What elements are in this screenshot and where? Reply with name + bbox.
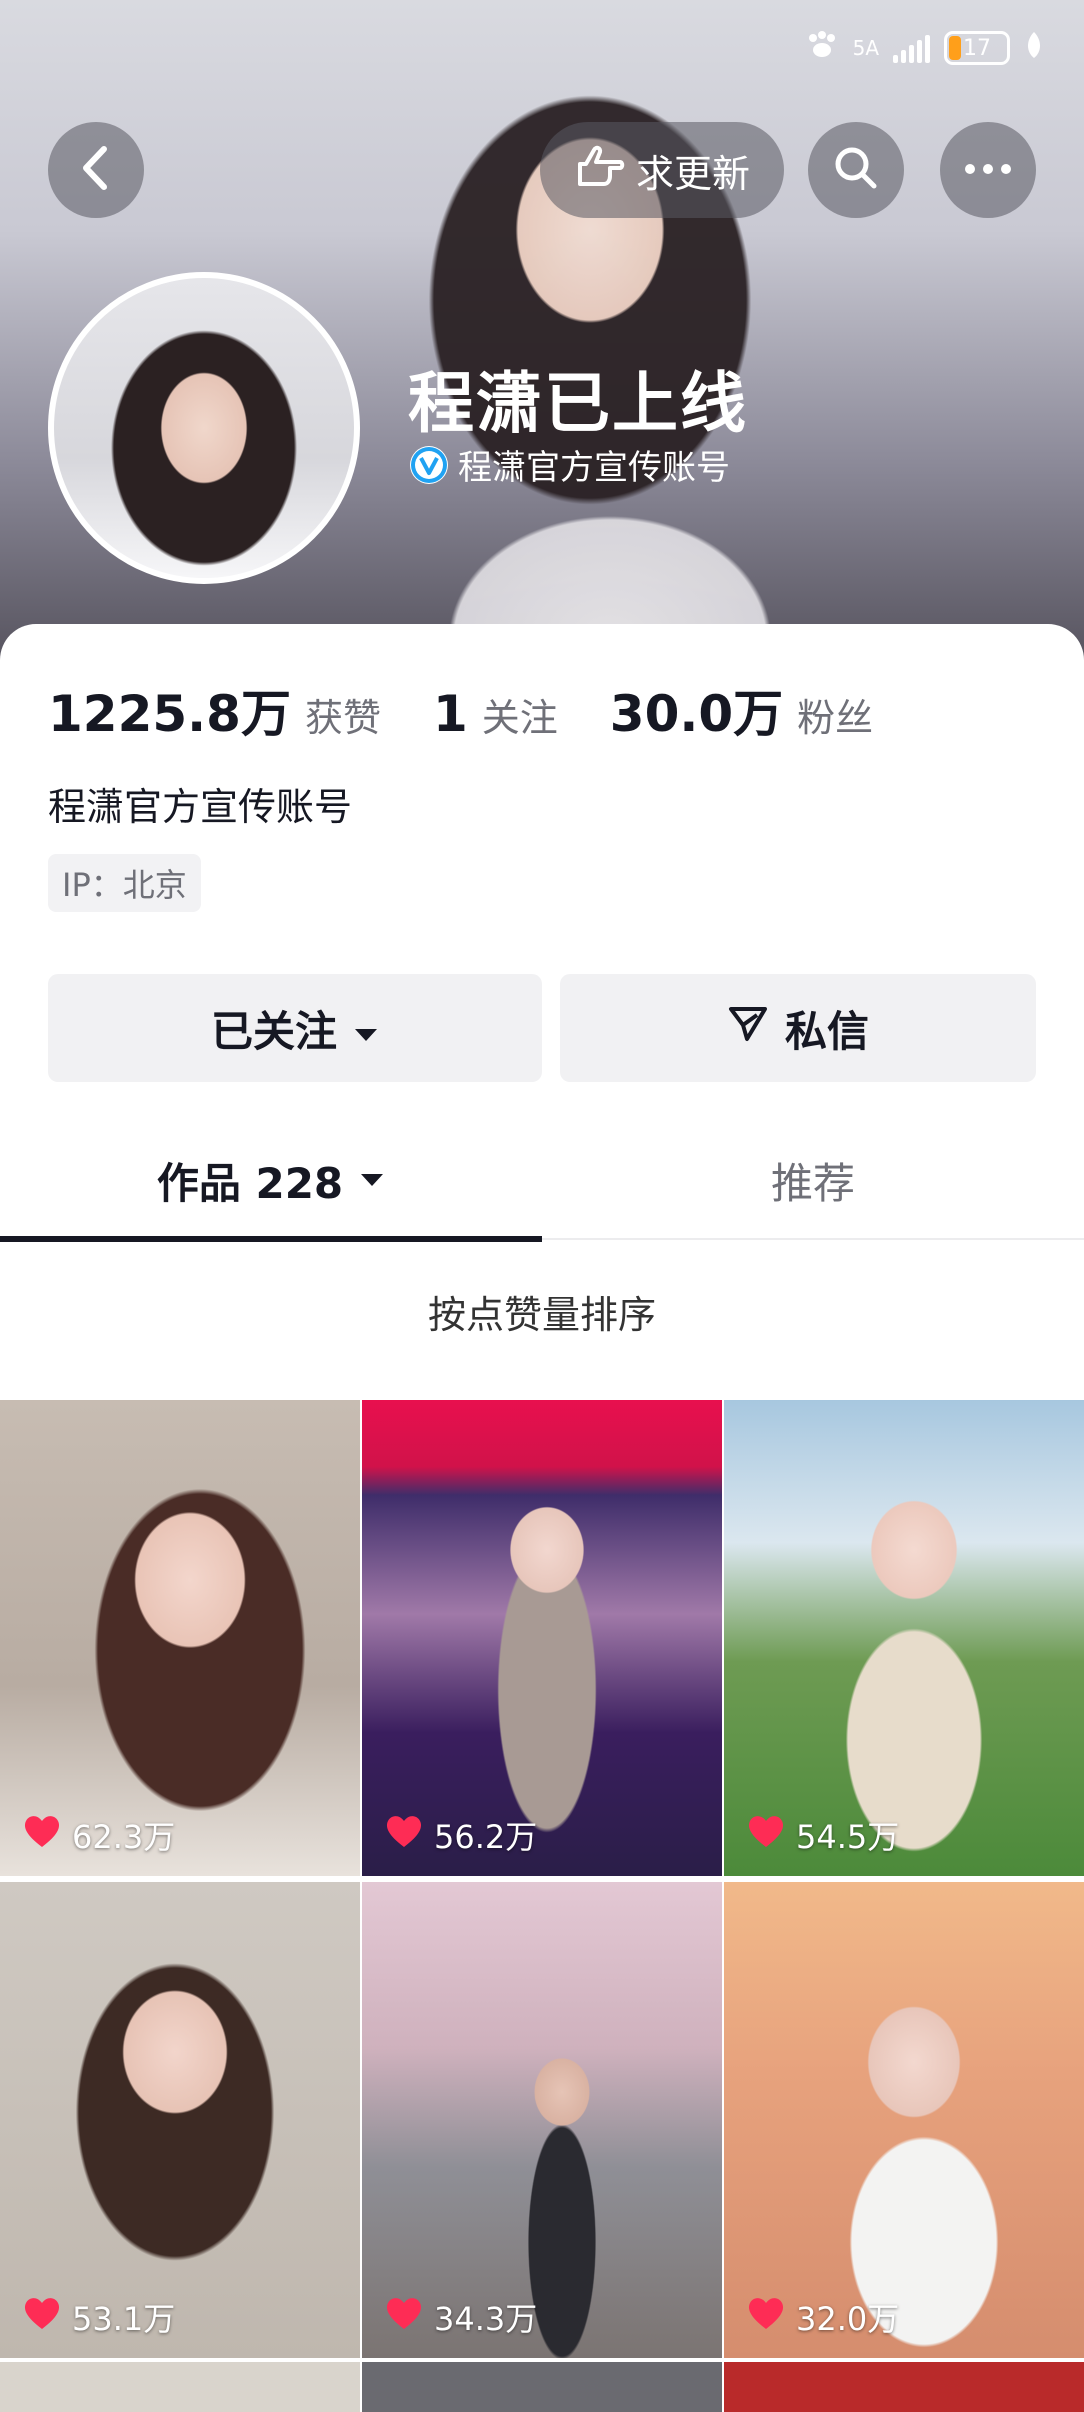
battery-icon: 17: [944, 31, 1010, 65]
video-thumbnail[interactable]: 34.3万: [362, 1882, 722, 2358]
profile-header: 5A 17 求更新 程潇已上线 程潇官方宣传账号: [0, 0, 1084, 660]
back-button[interactable]: [48, 122, 144, 218]
like-count: 62.3万: [22, 1812, 175, 1858]
network-label: 5A: [852, 36, 879, 60]
like-count-value: 62.3万: [72, 1818, 176, 1856]
video-thumbnail[interactable]: [0, 2362, 360, 2412]
tab-recommend[interactable]: 推荐: [542, 1120, 1084, 1240]
caret-down-icon: [359, 1172, 385, 1188]
hand-point-icon: [574, 142, 626, 199]
video-thumbnail[interactable]: [724, 2362, 1084, 2412]
verified-info: 程潇官方宣传账号: [410, 440, 730, 489]
heart-icon: [746, 2295, 786, 2339]
like-count-value: 34.3万: [434, 2300, 538, 2338]
like-count: 34.3万: [384, 2294, 537, 2340]
stat-likes: 1225.8万 获赞: [48, 674, 381, 746]
video-grid-next-row: [0, 2362, 1084, 2412]
message-label: 私信: [784, 1006, 869, 1056]
followed-label: 已关注: [210, 1006, 337, 1056]
stat-value: 1: [432, 685, 468, 743]
header-background-image: [330, 0, 850, 660]
stat-label: 粉丝: [797, 696, 874, 740]
followed-button[interactable]: 已关注: [48, 974, 542, 1082]
signal-icon: [893, 33, 930, 63]
caret-down-icon: [353, 1004, 379, 1053]
like-count: 53.1万: [22, 2294, 175, 2340]
heart-icon: [384, 1813, 424, 1857]
like-count-value: 53.1万: [72, 2300, 176, 2338]
more-icon: [963, 161, 1013, 180]
leaf-icon: [1024, 30, 1044, 66]
send-icon: [727, 1003, 769, 1053]
like-count-value: 54.5万: [796, 1818, 900, 1856]
heart-icon: [22, 2295, 62, 2339]
heart-icon: [384, 2295, 424, 2339]
tab-works[interactable]: 作品 228: [0, 1120, 542, 1242]
status-bar: 5A 17: [805, 30, 1044, 66]
stat-following[interactable]: 1 关注: [433, 685, 558, 743]
verified-icon: [410, 445, 448, 484]
like-count-value: 32.0万: [796, 2300, 900, 2338]
stats-row: 1225.8万 获赞 1 关注 30.0万 粉丝: [48, 674, 873, 746]
request-update-button[interactable]: 求更新: [540, 122, 784, 218]
tab-label: 作品 228: [156, 1158, 344, 1208]
back-icon: [76, 143, 116, 197]
paw-icon: [805, 30, 839, 66]
profile-content: 1225.8万 获赞 1 关注 30.0万 粉丝 程潇官方宣传账号 IP：北京 …: [0, 624, 1084, 2412]
video-thumbnail[interactable]: 56.2万: [362, 1400, 722, 1876]
video-thumbnail[interactable]: [362, 2362, 722, 2412]
like-count: 54.5万: [746, 1812, 899, 1858]
sort-by-likes-button[interactable]: 按点赞量排序: [0, 1284, 1084, 1339]
stat-label: 关注: [481, 696, 558, 740]
message-button[interactable]: 私信: [560, 974, 1036, 1082]
more-button[interactable]: [940, 122, 1036, 218]
like-count: 32.0万: [746, 2294, 899, 2340]
search-button[interactable]: [808, 122, 904, 218]
profile-name: 程潇已上线: [408, 365, 748, 442]
battery-level: 17: [963, 35, 991, 61]
verified-text: 程潇官方宣传账号: [458, 448, 730, 488]
stat-label: 获赞: [304, 696, 381, 740]
content-tabs: 作品 228 推荐: [0, 1120, 1084, 1242]
like-count-value: 56.2万: [434, 1818, 538, 1856]
stat-followers[interactable]: 30.0万 粉丝: [610, 674, 873, 746]
video-thumbnail[interactable]: 54.5万: [724, 1400, 1084, 1876]
like-count: 56.2万: [384, 1812, 537, 1858]
heart-icon: [22, 1813, 62, 1857]
heart-icon: [746, 1813, 786, 1857]
stat-value: 30.0万: [609, 685, 784, 743]
tab-active-indicator: [0, 1236, 542, 1242]
video-thumbnail[interactable]: 62.3万: [0, 1400, 360, 1876]
search-icon: [831, 143, 881, 197]
stat-value: 1225.8万: [48, 685, 291, 743]
video-thumbnail[interactable]: 32.0万: [724, 1882, 1084, 2358]
avatar[interactable]: [48, 272, 360, 584]
tab-label: 推荐: [770, 1158, 855, 1208]
request-update-label: 求更新: [635, 151, 750, 196]
ip-location-tag: IP：北京: [48, 854, 201, 912]
video-thumbnail[interactable]: 53.1万: [0, 1882, 360, 2358]
video-grid: 62.3万 56.2万 54.5万 53.1万 34.3万 32.0万: [0, 1400, 1084, 2358]
bio-text: 程潇官方宣传账号: [48, 785, 353, 829]
